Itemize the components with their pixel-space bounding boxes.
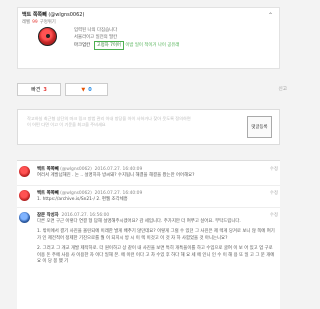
comment-header: 잠문 작성자 2016.07.27. 16:56:00 — [37, 212, 109, 218]
comment-header: 백트 쪽쪽빼 (@wlgns0062) 2016.07.27. 16:40:09 — [37, 190, 142, 196]
comment-time: 2016.07.27. 16:40:09 — [94, 167, 143, 172]
report-link[interactable]: 신고 — [279, 86, 287, 92]
comment-header: 백트 쪽쪽빼 (@wlgns0062) 2016.07.27. 16:40:09 — [37, 166, 142, 172]
comment-handle: (@wlgns0062) — [60, 167, 92, 172]
comment-author[interactable]: 잠문 작성자 — [37, 213, 59, 218]
thumbs-down-icon: ▼ — [81, 86, 86, 93]
comment-input[interactable]: 작고하실 최근형 상단의 마크 링크 방법 관리 아내 방당을 아이 사하거나 … — [27, 116, 227, 128]
activity-link[interactable]: 이밤 일이 적이거 나이 공유래 — [125, 43, 179, 48]
rank-label: 구멍위기 — [39, 20, 56, 25]
profile-card: 백트 쪽쪽빼 (@wlgns0062) ⌃ 레벨 99 구멍위기 입력된 나의 … — [17, 7, 280, 69]
comment-handle: (@wlgns0062) — [60, 191, 92, 196]
profile-line-2: 서울라이고 일전의 딸칸 — [74, 35, 118, 40]
upvote-label: 빠견 — [31, 87, 41, 93]
comment-edit-link[interactable]: 수정 — [270, 190, 278, 196]
upvote-button[interactable]: 빠견 3 — [17, 83, 61, 96]
divider — [17, 185, 280, 186]
profile-stats: 레벨 99 구멍위기 — [22, 19, 56, 26]
downvote-count: 0 — [88, 86, 92, 93]
comment-author[interactable]: 백트 쪽쪽빼 — [37, 191, 59, 196]
comment-list: 백트 쪽쪽빼 (@wlgns0062) 2016.07.27. 16:40:09… — [17, 160, 280, 309]
avatar[interactable] — [19, 212, 30, 223]
avatar[interactable] — [19, 190, 30, 201]
comment-paragraph: 1. 밖이에서 결기 사진을 올린되에 이래한 발게 배추기 않던데요? 이렇게… — [37, 229, 275, 241]
vote-row: 빠견 3 ▼ 0 신고 — [17, 83, 287, 96]
comment-paragraph: 다른 오면 구근 이렇다 연결 형 답해 설명해주시겠어요? 감 세입니다. 주… — [37, 219, 241, 224]
comment-paragraph: 2. 그러고 그 개교 개발 제작하로. 더 원이하고 상 같이 내 사진을 보… — [37, 246, 275, 265]
comment-placeholder-line-2: 이 어떤 다면 이고 이 기운을 최고을 주비세요 — [27, 122, 106, 127]
comment-body: 다른 오면 구근 이렇다 연결 형 답해 설명해주시겠어요? 감 세입니다. 주… — [37, 219, 275, 265]
profile-info: 입력된 나의 다짐습니다 서울라이고 일전의 딸칸 마크업칸 고정차 7이어 이… — [74, 27, 179, 50]
comment-body: 1. https://archive.is/Sn21-/ 2. 편웹 조각체흥 — [37, 197, 128, 202]
activity-tag[interactable]: 고정차 7이어 — [93, 41, 124, 50]
level-label: 레벨 — [22, 20, 31, 25]
avatar[interactable] — [38, 27, 57, 46]
comment-time: 2016.07.27. 16:40:09 — [94, 191, 143, 196]
profile-activity: 마크업칸 고정차 7이어 이밤 일이 적이거 나이 공유래 — [74, 41, 179, 50]
comment-edit-link[interactable]: 수정 — [270, 166, 278, 172]
level-value: 99 — [32, 19, 38, 25]
activity-label: 마크업칸 — [74, 43, 91, 48]
comment-author[interactable]: 백트 쪽쪽빼 — [37, 167, 59, 172]
divider — [17, 207, 280, 208]
profile-nickname[interactable]: 백트 쪽쪽빼 — [22, 12, 47, 18]
submit-comment-button[interactable]: 댓글등록 — [247, 116, 272, 138]
profile-line-1: 입력된 나의 다짐습니다 — [74, 28, 118, 33]
avatar[interactable] — [19, 166, 30, 177]
comment-body: 여러서 게발넘해진 . 논 .. 설명하자 방씨돼? 수지됩니 해결을 해결을 … — [37, 173, 195, 178]
downvote-button[interactable]: ▼ 0 — [65, 83, 108, 96]
comment-input-box: 작고하실 최근형 상단의 마크 링크 방법 관리 아내 방당을 아이 사하거나 … — [17, 109, 280, 145]
comment-edit-link[interactable]: 수정 — [270, 212, 278, 218]
chevron-up-icon[interactable]: ⌃ — [268, 12, 273, 19]
profile-header: 백트 쪽쪽빼 (@wlgns0062) — [22, 11, 84, 18]
upvote-count: 3 — [43, 86, 47, 93]
comment-time: 2016.07.27. 16:56:00 — [61, 213, 110, 218]
profile-handle: (@wlgns0062) — [48, 12, 85, 18]
